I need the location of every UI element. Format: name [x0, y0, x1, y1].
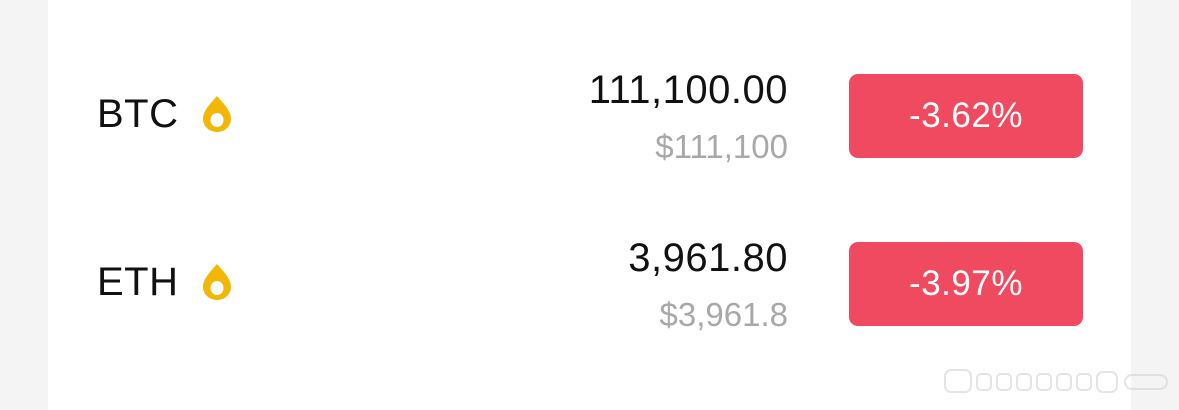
- market-row-eth[interactable]: ETH 3,961.80 $3,961.8 -3.97%: [48, 220, 1131, 350]
- usd-value: $111,100: [655, 128, 788, 165]
- coin-symbol: BTC: [97, 92, 179, 136]
- change-percent-button[interactable]: -3.97%: [849, 242, 1083, 326]
- watermark-logo: [944, 369, 1168, 393]
- usd-value: $3,961.8: [659, 296, 788, 333]
- coin-symbol: ETH: [97, 260, 179, 304]
- flame-icon: [202, 96, 231, 132]
- market-list: BTC 111,100.00 $111,100 -3.62% ETH 3,961…: [48, 0, 1131, 410]
- last-price: 111,100.00: [588, 68, 788, 112]
- coin-info: ETH: [97, 262, 235, 302]
- change-percent-button[interactable]: -3.62%: [849, 74, 1083, 158]
- flame-icon: [202, 264, 231, 300]
- coin-info: BTC: [97, 94, 235, 134]
- market-row-btc[interactable]: BTC 111,100.00 $111,100 -3.62%: [48, 52, 1131, 182]
- last-price: 3,961.80: [628, 236, 788, 280]
